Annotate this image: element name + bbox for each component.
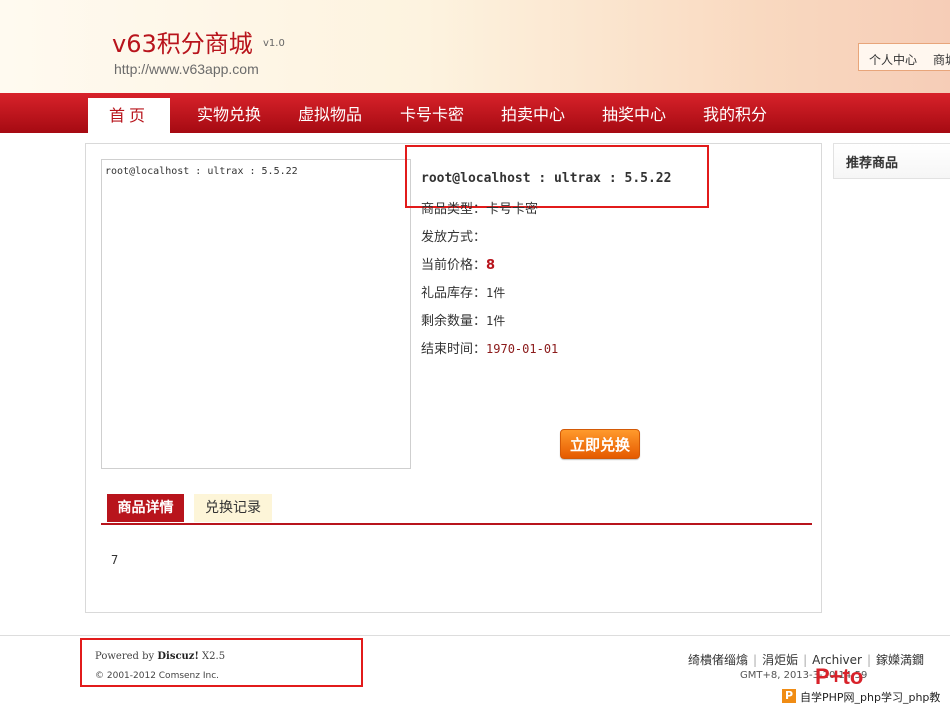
remaining-label: 剩余数量： (421, 314, 487, 329)
price-row: 当前价格：8 (421, 254, 495, 273)
recommended-goods-panel: 推荐商品 (833, 143, 950, 179)
nav-my-points[interactable]: 我的积分 (703, 93, 767, 133)
nav-physical-exchange[interactable]: 实物兑换 (197, 93, 261, 133)
tab-exchange-records[interactable]: 兑换记录 (194, 494, 272, 522)
mall-link[interactable]: 商城 (933, 51, 950, 68)
tab-divider (101, 523, 812, 525)
remaining-value: 1件 (486, 314, 506, 328)
user-center-link[interactable]: 个人中心 (869, 51, 917, 68)
stock-label: 礼品库存： (421, 286, 487, 301)
footer-link-2[interactable]: 涓炬姤 (762, 653, 798, 667)
goods-type-label: 商品类型： (421, 202, 487, 217)
recommended-goods-title: 推荐商品 (846, 156, 899, 171)
watermark-brand: P+to (815, 664, 864, 689)
remaining-row: 剩余数量：1件 (421, 310, 505, 329)
nav-home[interactable]: 首页 (88, 98, 170, 133)
nav-auction[interactable]: 拍卖中心 (501, 93, 565, 133)
site-version: v1.0 (263, 38, 285, 49)
goods-image-alt-text: root@localhost : ultrax : 5.5.22 (105, 166, 298, 177)
watermark-logo-icon: P (782, 689, 796, 703)
goods-type-value: 卡号卡密 (486, 202, 539, 217)
delivery-label: 发放方式： (421, 230, 487, 245)
user-menu: 个人中心 商城 (858, 43, 950, 71)
redeem-now-button[interactable]: 立即兑换 (560, 429, 640, 459)
watermark-bar: P 自学PHP网_php学习_php教 (780, 685, 950, 709)
end-time-label: 结束时间： (421, 342, 487, 357)
footer-links: 绮樻偖缁熻 | 涓炬姤 | Archiver | 鎵嬫満鐗 (688, 653, 925, 667)
stock-value: 1件 (486, 286, 506, 300)
watermark-text: 自学PHP网_php学习_php教 (800, 691, 941, 704)
nav-virtual-goods[interactable]: 虚拟物品 (298, 93, 362, 133)
nav-card-codes[interactable]: 卡号卡密 (400, 93, 464, 133)
price-value: 8 (486, 258, 496, 273)
delivery-row: 发放方式： (421, 226, 486, 245)
tab-goods-detail[interactable]: 商品详情 (107, 494, 184, 522)
site-logo-title[interactable]: v63积分商城 (112, 24, 253, 59)
nav-lottery[interactable]: 抽奖中心 (602, 93, 666, 133)
end-time-value: 1970-01-01 (486, 342, 559, 356)
goods-detail-content: 7 (111, 553, 119, 567)
highlight-box-footer (80, 638, 363, 687)
footer-link-1[interactable]: 绮樻偖缁熻 (688, 653, 748, 667)
main-nav: 首页 实物兑换 虚拟物品 卡号卡密 拍卖中心 抽奖中心 我的积分 (0, 93, 950, 133)
goods-image[interactable]: root@localhost : ultrax : 5.5.22 (101, 159, 411, 469)
end-time-row: 结束时间：1970-01-01 (421, 338, 558, 357)
footer-link-4[interactable]: 鎵嬫満鐗 (876, 653, 924, 667)
price-label: 当前价格： (421, 258, 487, 273)
site-url[interactable]: http://www.v63app.com (114, 61, 259, 77)
stock-row: 礼品库存：1件 (421, 282, 505, 301)
goods-type-row: 商品类型：卡号卡密 (421, 198, 538, 217)
footer-divider (0, 635, 950, 636)
